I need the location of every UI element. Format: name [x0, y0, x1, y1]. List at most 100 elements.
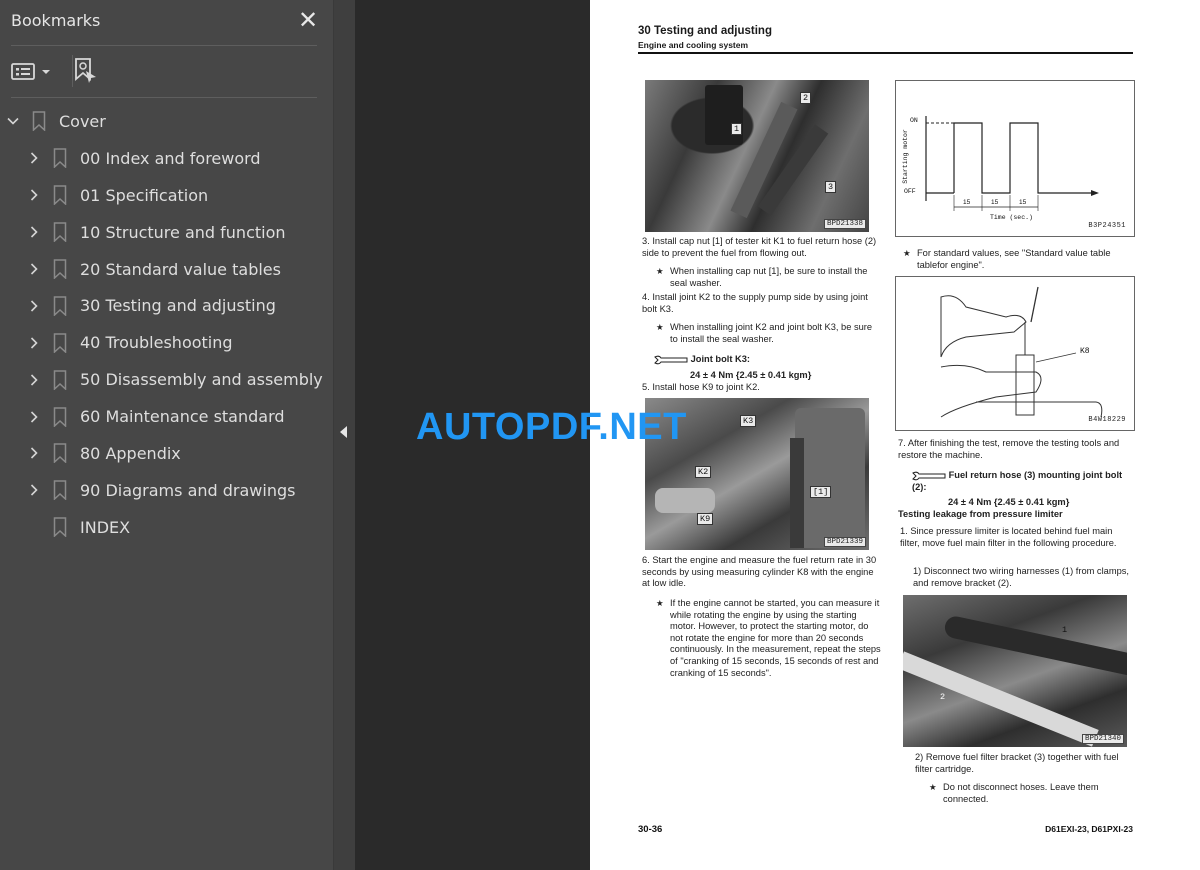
bookmark-item[interactable]: 01 Specification — [0, 177, 333, 214]
close-icon[interactable]: ✕ — [295, 7, 321, 33]
note-step-3: When installing cap nut [1], be sure to … — [656, 266, 882, 289]
bookmark-icon — [53, 333, 67, 353]
chevron-right-icon[interactable] — [27, 299, 41, 313]
bookmark-label: 90 Diagrams and drawings — [80, 480, 296, 500]
wrench-icon — [654, 355, 688, 364]
callout-1: 1 — [1062, 625, 1068, 635]
callout-k3: K3 — [740, 415, 757, 427]
bookmark-icon — [53, 148, 67, 169]
bookmark-label: 00 Index and foreword — [80, 148, 261, 168]
bookmark-tree: Cover 00 Index and foreword 01 Specificati… — [0, 103, 333, 546]
illustration-measuring-cylinder: K8 B4W18229 — [895, 276, 1135, 431]
callout-2: 2 — [800, 92, 812, 104]
photo-code: BPD21338 — [823, 219, 866, 229]
measuring-cylinder-drawing — [940, 286, 1103, 418]
y-axis-label: Starting motor — [901, 129, 909, 184]
step-5: 5. Install hose K9 to joint K2. — [642, 382, 760, 392]
bookmark-item[interactable]: 00 Index and foreword — [0, 140, 333, 177]
interval-2: 15 — [991, 199, 999, 206]
find-current-bookmark-button[interactable] — [73, 55, 99, 87]
photo-fuel-filter: 1 2 3 BPD21338 — [645, 80, 869, 232]
chevron-right-icon[interactable] — [27, 373, 41, 387]
callout-2: 2 — [940, 692, 946, 702]
substep-2: 2) Remove fuel filter bracket (3) togeth… — [915, 752, 1119, 774]
bookmark-item[interactable]: 60 Maintenance standard — [0, 398, 333, 435]
watermark: AUTOPDF.NET — [416, 406, 687, 448]
note-step-6: If the engine cannot be started, you can… — [656, 598, 882, 679]
panel-resize-strip[interactable] — [333, 0, 355, 870]
bookmark-label: INDEX — [80, 517, 131, 537]
bookmark-icon — [53, 259, 67, 279]
torque-value: 24 ± 4 Nm {2.45 ± 0.41 kgm} — [690, 370, 812, 380]
bookmark-item[interactable]: 90 Diagrams and drawings — [0, 472, 333, 509]
bookmark-item[interactable]: 10 Structure and function — [0, 214, 333, 251]
bookmarks-title: Bookmarks — [11, 11, 101, 30]
wrench-icon — [912, 471, 946, 480]
torque-value: 24 ± 4 Nm {2.45 ± 0.41 kgm} — [948, 497, 1070, 507]
interval-3: 15 — [1019, 199, 1027, 206]
bookmark-icon — [53, 406, 67, 427]
header-rule — [638, 52, 1133, 54]
bookmark-icon — [32, 111, 46, 132]
bookmark-item[interactable]: INDEX — [0, 509, 333, 546]
callout-3: 3 — [825, 181, 837, 193]
bookmark-item[interactable]: 20 Standard value tables — [0, 251, 333, 288]
bookmark-icon — [53, 222, 67, 243]
figure-code: B3P24351 — [1088, 222, 1126, 230]
step-7: 7. After finishing the test, remove the … — [898, 438, 1120, 460]
section-heading: Testing leakage from pressure limiter — [898, 509, 1063, 519]
collapse-panel-icon[interactable] — [340, 426, 347, 438]
note-substep-2: Do not disconnect hoses. Leave them conn… — [929, 782, 1133, 805]
photo-wiring-harness: 1 2 BPD21340 — [903, 595, 1127, 747]
bookmark-icon — [53, 443, 67, 464]
bookmark-label: Cover — [59, 111, 106, 131]
bookmark-item[interactable]: 40 Troubleshooting — [0, 324, 333, 361]
bookmarks-toolbar — [11, 55, 311, 87]
chevron-down-icon — [42, 70, 50, 74]
chevron-right-icon[interactable] — [27, 262, 41, 276]
bookmark-item[interactable]: 30 Testing and adjusting — [0, 287, 333, 324]
note-standard-values: For standard values, see "Standard value… — [903, 248, 1132, 271]
bookmark-label: 60 Maintenance standard — [80, 407, 285, 427]
bookmarks-header: Bookmarks ✕ — [11, 7, 321, 37]
callout-1: 1 — [731, 123, 743, 135]
chevron-right-icon[interactable] — [27, 336, 41, 350]
page-subtitle: Engine and cooling system — [638, 40, 749, 50]
bookmark-item[interactable]: Cover — [0, 103, 333, 140]
bookmark-item[interactable]: 50 Disassembly and assembly — [0, 361, 333, 398]
bookmark-label: 40 Troubleshooting — [80, 333, 233, 353]
timing-diagram-graphic — [925, 116, 1099, 211]
callout-k2: K2 — [695, 466, 712, 478]
divider — [11, 97, 317, 98]
interval-1: 15 — [963, 199, 971, 206]
bookmark-label: 20 Standard value tables — [80, 259, 281, 279]
bookmark-icon — [53, 296, 67, 316]
substep-1: 1) Disconnect two wiring harnesses (1) f… — [913, 566, 1129, 588]
chevron-down-icon[interactable] — [6, 114, 20, 128]
bookmark-label: 50 Disassembly and assembly — [80, 370, 323, 390]
bookmark-label: 01 Specification — [80, 185, 209, 205]
timing-diagram: ON OFF Starting motor 15 15 15 Time (sec… — [895, 80, 1135, 237]
bookmark-icon — [53, 185, 67, 206]
step-1: 1. Since pressure limiter is located beh… — [900, 526, 1117, 548]
torque-spec-return-hose: Fuel return hose (3) mounting joint bolt… — [912, 470, 1132, 493]
chevron-right-icon[interactable] — [27, 188, 41, 202]
chevron-right-icon[interactable] — [27, 446, 41, 460]
chevron-right-icon[interactable] — [27, 225, 41, 239]
photo-code: BPD21339 — [823, 537, 866, 547]
find-current-bookmark-icon — [75, 58, 96, 83]
bookmark-label: 10 Structure and function — [80, 222, 286, 242]
callout-1: [1] — [810, 486, 832, 498]
chevron-right-icon[interactable] — [27, 483, 41, 497]
figure-code: B4W18229 — [1088, 416, 1126, 424]
bookmark-item[interactable]: 80 Appendix — [0, 435, 333, 472]
x-axis-label: Time (sec.) — [990, 214, 1033, 221]
chevron-right-icon[interactable] — [27, 410, 41, 424]
pdf-viewer: Bookmarks ✕ Cover 00 Index and foreword … — [0, 0, 1200, 870]
divider — [11, 45, 317, 46]
chevron-right-icon[interactable] — [27, 151, 41, 165]
options-dropdown-button[interactable] — [11, 55, 52, 87]
note-step-4: When installing joint K2 and joint bolt … — [656, 322, 882, 345]
step-6: 6. Start the engine and measure the fuel… — [642, 555, 877, 589]
